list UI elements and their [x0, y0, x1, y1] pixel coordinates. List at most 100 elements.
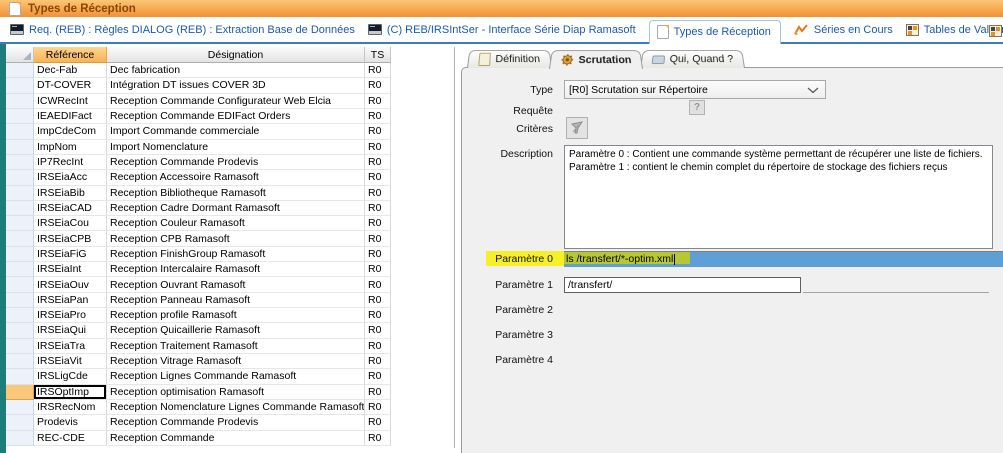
cell-designation[interactable]: Reception Commande Prodevis [107, 415, 365, 430]
table-row[interactable]: IRSEiaAcc Reception Accessoire Ramasoft … [6, 170, 454, 185]
cell-ts[interactable]: R0 [365, 262, 391, 277]
cell-ts[interactable]: R0 [365, 369, 391, 384]
table-row[interactable]: IRSEiaBib Reception Bibliotheque Ramasof… [6, 186, 454, 201]
cell-reference[interactable]: IEAEDIFact [34, 109, 107, 124]
cell-designation[interactable]: Dec fabrication [107, 63, 365, 78]
row-selector[interactable] [6, 124, 34, 139]
table-row[interactable]: IRSOptImp Reception optimisation Ramasof… [6, 385, 454, 400]
row-selector[interactable] [6, 231, 34, 246]
cell-reference[interactable]: REC-CDE [34, 431, 107, 446]
row-selector[interactable] [6, 78, 34, 93]
cell-designation[interactable]: Reception profile Ramasoft [107, 308, 365, 323]
cell-designation[interactable]: Reception Vitrage Ramasoft [107, 354, 365, 369]
cell-ts[interactable]: R0 [365, 431, 391, 446]
criteres-button[interactable] [566, 117, 588, 139]
cell-designation[interactable]: Intégration DT issues COVER 3D [107, 78, 365, 93]
table-row[interactable]: IRSEiaCAD Reception Cadre Dormant Ramaso… [6, 201, 454, 216]
tab-qui-quand[interactable]: Qui, Quand ? [640, 50, 745, 68]
cell-designation[interactable]: Reception Couleur Ramasoft [107, 216, 365, 231]
row-selector[interactable] [6, 369, 34, 384]
tab-series-en-cours[interactable]: Séries en Cours [794, 24, 893, 36]
cell-ts[interactable]: R0 [365, 339, 391, 354]
cell-ts[interactable]: R0 [365, 385, 391, 400]
cell-designation[interactable]: Reception Bibliotheque Ramasoft [107, 186, 365, 201]
table-row[interactable]: DT-COVER Intégration DT issues COVER 3D … [6, 78, 454, 93]
cell-reference[interactable]: IRSEiaPro [34, 308, 107, 323]
row-selector[interactable] [6, 400, 34, 415]
row-selector[interactable] [6, 94, 34, 109]
row-selector[interactable] [6, 431, 34, 446]
cell-reference[interactable]: IRSEiaInt [34, 262, 107, 277]
requete-help-button[interactable]: ? [689, 100, 705, 115]
description-field[interactable]: Paramètre 0 : Contient une commande syst… [564, 145, 993, 249]
table-row[interactable]: Dec-Fab Dec fabrication R0 [6, 63, 454, 78]
cell-ts[interactable]: R0 [365, 415, 391, 430]
row-selector[interactable] [6, 247, 34, 262]
cell-designation[interactable]: Reception Panneau Ramasoft [107, 293, 365, 308]
row-selector[interactable] [6, 293, 34, 308]
cell-ts[interactable]: R0 [365, 231, 391, 246]
table-row[interactable]: ImpNom Import Nomenclature R0 [6, 140, 454, 155]
cell-designation[interactable]: Import Commande commerciale [107, 124, 365, 139]
row-selector[interactable] [6, 354, 34, 369]
cell-ts[interactable]: R0 [365, 293, 391, 308]
table-row[interactable]: ICWRecInt Reception Commande Configurate… [6, 94, 454, 109]
table-row[interactable]: IRSLigCde Reception Lignes Commande Rama… [6, 369, 454, 384]
row-selector[interactable] [6, 216, 34, 231]
cell-designation[interactable]: Reception Commande EDIFact Orders [107, 109, 365, 124]
cell-reference[interactable]: IRSLigCde [34, 369, 107, 384]
cell-designation[interactable]: Reception Lignes Commande Ramasoft [107, 369, 365, 384]
cell-designation[interactable]: Reception Intercalaire Ramasoft [107, 262, 365, 277]
tab-req-reb[interactable]: Req. (REB) : Règles DIALOG (REB) : Extra… [10, 24, 355, 36]
table-row[interactable]: IRSEiaQui Reception Quicaillerie Ramasof… [6, 323, 454, 338]
table-row[interactable]: REC-CDE Reception Commande R0 [6, 431, 454, 446]
table-row[interactable]: IRSEiaInt Reception Intercalaire Ramasof… [6, 262, 454, 277]
cell-ts[interactable]: R0 [365, 323, 391, 338]
row-selector[interactable] [6, 140, 34, 155]
row-selector[interactable] [6, 262, 34, 277]
row-selector[interactable] [6, 155, 34, 170]
cell-designation[interactable]: Reception Commande Configurateur Web Elc… [107, 94, 365, 109]
table-row[interactable]: IRSEiaOuv Reception Ouvrant Ramasoft R0 [6, 277, 454, 292]
cell-reference[interactable]: IRSEiaBib [34, 186, 107, 201]
cell-ts[interactable]: R0 [365, 201, 391, 216]
table-row[interactable]: Prodevis Reception Commande Prodevis R0 [6, 415, 454, 430]
cell-designation[interactable]: Reception Nomenclature Lignes Commande R… [107, 400, 365, 415]
row-selector[interactable] [6, 323, 34, 338]
cell-reference[interactable]: Dec-Fab [34, 63, 107, 78]
tab-definition[interactable]: Définition [467, 50, 552, 68]
table-row[interactable]: IRSEiaPan Reception Panneau Ramasoft R0 [6, 293, 454, 308]
cell-designation[interactable]: Reception optimisation Ramasoft [107, 385, 365, 400]
row-selector[interactable] [6, 339, 34, 354]
cell-designation[interactable]: Reception Commande [107, 431, 365, 446]
row-selector[interactable] [6, 308, 34, 323]
cell-reference[interactable]: ImpNom [34, 140, 107, 155]
cell-reference[interactable]: ImpCdeCom [34, 124, 107, 139]
cell-ts[interactable]: R0 [365, 109, 391, 124]
table-row[interactable]: IRSEiaFiG Reception FinishGroup Ramasoft… [6, 247, 454, 262]
table-grid-icon[interactable] [989, 25, 1002, 37]
table-row[interactable]: ImpCdeCom Import Commande commerciale R0 [6, 124, 454, 139]
cell-reference[interactable]: IRSEiaAcc [34, 170, 107, 185]
row-selector[interactable] [6, 385, 34, 400]
cell-reference[interactable]: IRSEiaVit [34, 354, 107, 369]
cell-designation[interactable]: Import Nomenclature [107, 140, 365, 155]
column-header-designation[interactable]: Désignation [107, 47, 365, 63]
tab-types-de-reception[interactable]: Types de Réception [649, 20, 781, 44]
cell-designation[interactable]: Reception Accessoire Ramasoft [107, 170, 365, 185]
cell-ts[interactable]: R0 [365, 186, 391, 201]
row-selector[interactable] [6, 277, 34, 292]
cell-reference[interactable]: IP7RecInt [34, 155, 107, 170]
cell-ts[interactable]: R0 [365, 400, 391, 415]
table-row[interactable]: IRSEiaCPB Reception CPB Ramasoft R0 [6, 231, 454, 246]
cell-ts[interactable]: R0 [365, 216, 391, 231]
cell-ts[interactable]: R0 [365, 124, 391, 139]
cell-designation[interactable]: Reception Commande Prodevis [107, 155, 365, 170]
cell-reference[interactable]: IRSEiaPan [34, 293, 107, 308]
table-row[interactable]: IRSRecNom Reception Nomenclature Lignes … [6, 400, 454, 415]
cell-reference[interactable]: IRSEiaCAD [34, 201, 107, 216]
cell-reference[interactable]: IRSEiaFiG [34, 247, 107, 262]
cell-reference[interactable]: IRSEiaQui [34, 323, 107, 338]
cell-ts[interactable]: R0 [365, 247, 391, 262]
cell-reference[interactable]: IRSRecNom [34, 400, 107, 415]
